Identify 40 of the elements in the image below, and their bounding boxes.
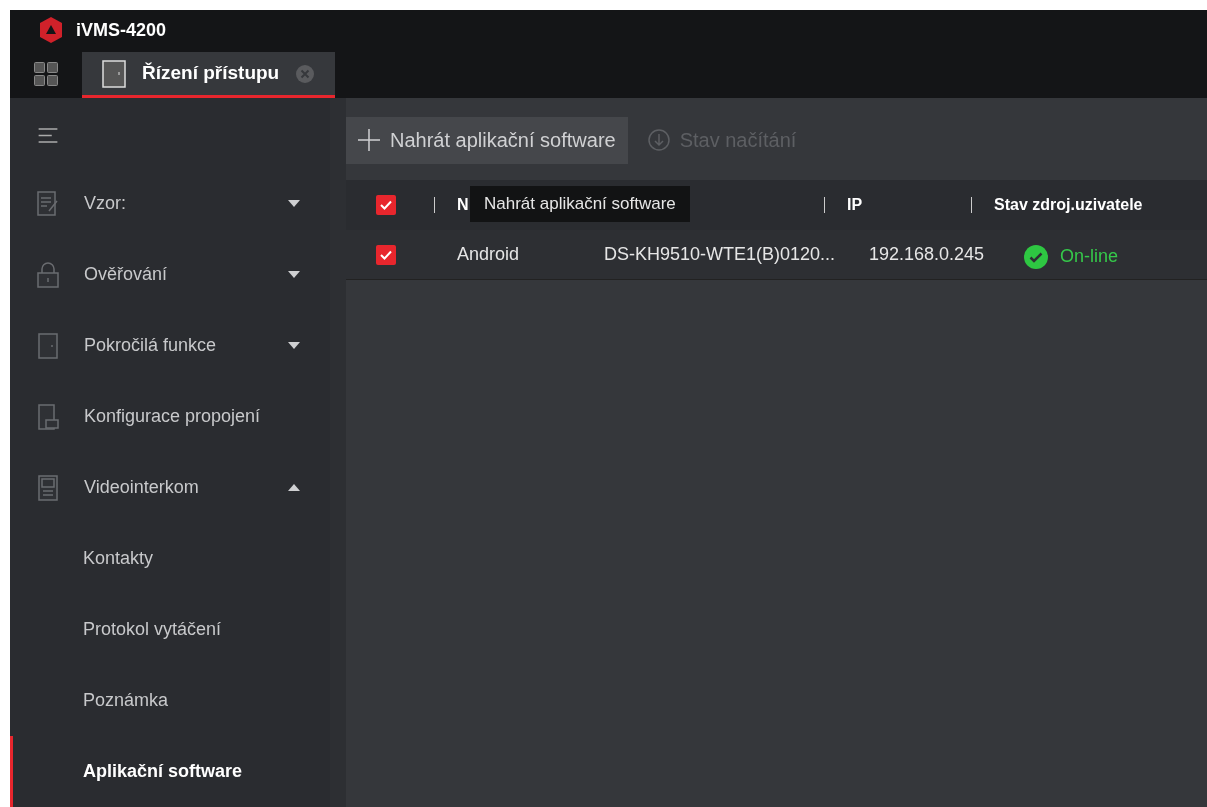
intercom-icon — [37, 474, 59, 501]
plus-icon — [358, 129, 380, 151]
download-icon — [647, 129, 670, 151]
sidebar-item[interactable]: Pokročilá funkce — [10, 310, 330, 381]
sidebar-item[interactable]: Videointerkom — [10, 452, 330, 523]
tab-label: Řízení přístupu — [142, 61, 280, 86]
menu-icon[interactable] — [38, 128, 58, 143]
tooltip: Nahrát aplikační software — [470, 186, 690, 222]
window-title: iVMS-4200 — [76, 18, 167, 42]
caret-up-icon — [288, 484, 300, 491]
column-header: IP — [847, 195, 863, 215]
sidebar-subitem[interactable]: Poznámka — [10, 665, 330, 736]
door-icon — [37, 332, 59, 359]
sidebar-item[interactable]: Ověřování — [10, 239, 330, 310]
column-header: N — [457, 195, 469, 215]
checkbox[interactable] — [376, 195, 396, 215]
caret-down-icon — [288, 271, 300, 278]
lock-icon — [37, 261, 59, 288]
table-cell-text: Android — [457, 243, 521, 266]
table-cell-text: 192.168.0.245 — [869, 243, 986, 266]
form-edit-icon — [37, 190, 59, 217]
sidebar-subitem[interactable]: Kontakty — [10, 523, 330, 594]
checkbox[interactable] — [376, 244, 396, 265]
caret-down-icon — [288, 200, 300, 207]
checkmark-icon — [380, 249, 392, 260]
door-icon — [102, 59, 126, 88]
upload-button[interactable]: Nahrát aplikační software — [346, 116, 628, 164]
app-logo-icon — [38, 16, 64, 44]
caret-down-icon — [288, 342, 300, 349]
sidebar-subitem[interactable]: Protokol vytáčení — [10, 594, 330, 665]
column-header: Stav zdroj.uzivatele — [994, 195, 1143, 215]
status-text: On-line — [1060, 245, 1119, 268]
checkmark-icon — [380, 200, 392, 210]
door-link-icon — [37, 403, 59, 430]
sidebar-item[interactable]: Konfigurace propojení — [10, 381, 330, 452]
apps-grid-icon[interactable] — [34, 62, 58, 86]
table-cell-text: DS-KH9510-WTE1(B)0120... — [604, 243, 837, 266]
tab[interactable]: Řízení přístupu — [82, 52, 336, 98]
sidebar-item[interactable]: Vzor: — [10, 168, 330, 239]
table-row[interactable]: Android DS-KH9510-WTE1(B)0120... 192.168.0.245 On-line — [346, 230, 1207, 280]
